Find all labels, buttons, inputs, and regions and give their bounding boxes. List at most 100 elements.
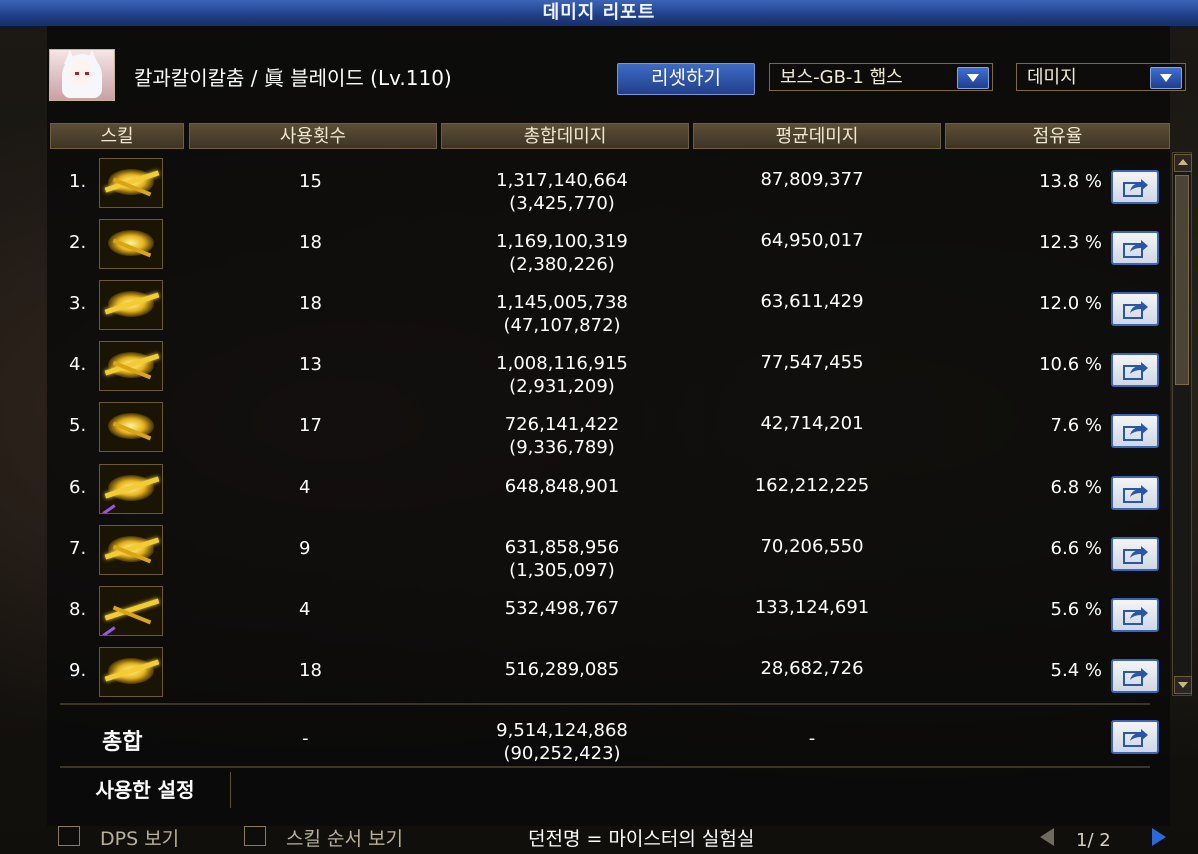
next-page-icon[interactable] xyxy=(1152,828,1166,846)
column-header-uses: 사용횟수 xyxy=(189,123,437,149)
share-button[interactable] xyxy=(1111,659,1159,693)
skill-icon xyxy=(99,464,163,514)
row-average: 64,950,017 xyxy=(760,230,864,251)
dungeon-name: 던전명 = 마이스터의 실험실 xyxy=(528,828,755,850)
divider xyxy=(60,703,1150,705)
prev-page-icon[interactable] xyxy=(1040,828,1054,846)
summary-total: 9,514,124,868 xyxy=(496,720,628,741)
row-share: 5.4 % xyxy=(1050,660,1102,681)
table-row: 2. 18 1,169,100,319 (2,380,226) 64,950,01… xyxy=(47,216,1172,276)
row-average: 87,809,377 xyxy=(760,169,864,190)
row-average: 70,206,550 xyxy=(760,536,864,557)
dps-checkbox[interactable] xyxy=(58,826,80,846)
share-icon xyxy=(1123,607,1148,625)
row-share: 5.6 % xyxy=(1050,599,1102,620)
row-total: 1,169,100,319 xyxy=(496,231,628,252)
share-button[interactable] xyxy=(1111,353,1159,387)
row-share: 7.6 % xyxy=(1050,415,1102,436)
dungeon-dropdown[interactable]: 보스-GB-1 햅스 xyxy=(769,63,993,91)
summary-uses: - xyxy=(302,728,309,749)
row-total: 516,289,085 xyxy=(504,659,620,680)
share-icon xyxy=(1123,301,1148,319)
row-uses: 13 xyxy=(299,354,322,375)
share-button[interactable] xyxy=(1111,414,1159,448)
scroll-down-icon[interactable] xyxy=(1174,676,1192,694)
table-row: 7. 9 631,858,956 (1,305,097) 70,206,550 6… xyxy=(47,522,1172,582)
share-icon xyxy=(1123,668,1148,686)
row-total-sub: (1,305,097) xyxy=(509,560,615,581)
skill-icon xyxy=(99,158,163,208)
row-total: 1,008,116,915 xyxy=(496,353,628,374)
row-index: 7. xyxy=(69,538,87,559)
column-header-total: 총합데미지 xyxy=(441,123,689,149)
table-row: 6. 4 648,848,901 162,212,225 6.8 % xyxy=(47,461,1172,521)
row-total-sub: (2,931,209) xyxy=(509,376,615,397)
row-uses: 18 xyxy=(299,232,322,253)
row-uses: 4 xyxy=(299,477,311,498)
row-total: 532,498,767 xyxy=(504,598,620,619)
scroll-up-icon[interactable] xyxy=(1174,154,1192,172)
row-uses: 9 xyxy=(299,538,311,559)
window-title: 데미지 리포트 xyxy=(0,0,1198,27)
row-total-sub: (47,107,872) xyxy=(503,315,621,336)
skill-order-checkbox[interactable] xyxy=(244,826,266,846)
divider xyxy=(60,766,1150,768)
share-icon xyxy=(1123,179,1148,197)
chevron-down-icon[interactable] xyxy=(957,67,989,89)
summary-total-sub: (90,252,423) xyxy=(503,743,621,764)
summary-average: - xyxy=(808,728,816,749)
row-index: 2. xyxy=(69,232,87,253)
row-average: 42,714,201 xyxy=(760,413,864,434)
share-button[interactable] xyxy=(1111,170,1159,204)
chevron-down-icon[interactable] xyxy=(1150,67,1182,89)
table-row: 1. 15 1,317,140,664 (3,425,770) 87,809,37… xyxy=(47,155,1172,215)
row-index: 9. xyxy=(69,660,87,681)
share-icon xyxy=(1123,546,1148,564)
row-index: 5. xyxy=(69,415,87,436)
row-share: 12.0 % xyxy=(1039,293,1102,314)
row-total-sub: (9,336,789) xyxy=(509,437,615,458)
share-icon xyxy=(1123,729,1148,747)
skill-icon xyxy=(99,402,163,452)
metric-dropdown-value: 데미지 xyxy=(1027,67,1077,88)
metric-dropdown[interactable]: 데미지 xyxy=(1016,63,1186,91)
row-total: 1,317,140,664 xyxy=(496,170,628,191)
dps-label: DPS 보기 xyxy=(100,828,180,850)
scroll-thumb[interactable] xyxy=(1175,175,1189,385)
row-total-sub: (2,380,226) xyxy=(509,254,615,275)
share-button[interactable] xyxy=(1111,231,1159,265)
row-index: 6. xyxy=(69,477,87,498)
column-header-average: 평균데미지 xyxy=(693,123,941,149)
skill-icon xyxy=(99,219,163,269)
column-header-share: 점유율 xyxy=(945,123,1170,149)
share-icon xyxy=(1123,362,1148,380)
reset-button[interactable]: 리셋하기 xyxy=(617,63,755,95)
skill-icon xyxy=(99,525,163,575)
table-scrollbar[interactable] xyxy=(1172,152,1192,696)
share-icon xyxy=(1123,485,1148,503)
skill-order-label: 스킬 순서 보기 xyxy=(286,828,403,850)
row-uses: 15 xyxy=(299,171,322,192)
column-header-skill: 스킬 xyxy=(50,123,184,149)
row-average: 28,682,726 xyxy=(760,658,864,679)
row-average: 77,547,455 xyxy=(760,352,864,373)
summary-share-button[interactable] xyxy=(1111,720,1159,754)
character-name: 칼과칼이칼춤 / 眞 블레이드 (Lv.110) xyxy=(134,66,452,90)
share-button[interactable] xyxy=(1111,476,1159,510)
settings-label: 사용한 설정 xyxy=(60,772,231,808)
share-button[interactable] xyxy=(1111,292,1159,326)
row-index: 4. xyxy=(69,354,87,375)
character-avatar xyxy=(49,49,115,101)
row-share: 10.6 % xyxy=(1039,354,1102,375)
skill-icon xyxy=(99,647,163,697)
share-button[interactable] xyxy=(1111,598,1159,632)
row-uses: 18 xyxy=(299,293,322,314)
share-button[interactable] xyxy=(1111,537,1159,571)
row-uses: 4 xyxy=(299,599,311,620)
row-share: 12.3 % xyxy=(1039,232,1102,253)
row-index: 1. xyxy=(69,171,87,192)
row-average: 63,611,429 xyxy=(760,291,864,312)
share-icon xyxy=(1123,423,1148,441)
share-icon xyxy=(1123,240,1148,258)
row-total: 1,145,005,738 xyxy=(496,292,628,313)
